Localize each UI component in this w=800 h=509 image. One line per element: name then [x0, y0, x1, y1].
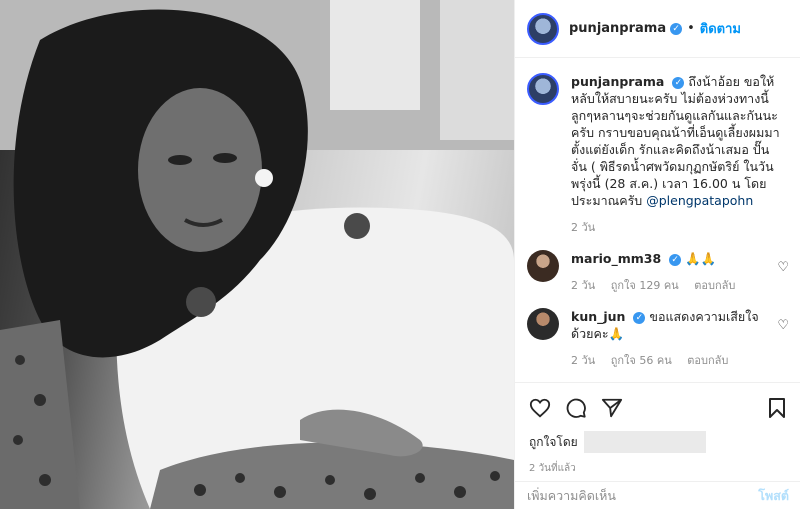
comment-text: 🙏🙏 — [685, 251, 717, 266]
caption-text: ถึงน้าอ้อย ขอให้หลับให้สบายนะครับ ไม่ต้อ… — [571, 74, 780, 208]
post-button[interactable]: โพสต์ — [758, 486, 789, 506]
photo-illustration — [0, 0, 514, 509]
post-photo[interactable] — [0, 0, 514, 509]
verified-icon: ✓ — [670, 22, 683, 35]
post-actions: ถูกใจโดย 2 วันที่แล้ว เพิ่มความคิดเห็น โ… — [515, 382, 800, 509]
comment-time[interactable]: 2 วัน — [571, 354, 595, 367]
caption-avatar[interactable] — [527, 73, 559, 105]
heart-icon[interactable] — [529, 397, 551, 419]
comment-like-icon[interactable]: ♡ — [777, 318, 789, 333]
comment-icon[interactable] — [565, 397, 587, 419]
reply-button[interactable]: ตอบกลับ — [687, 354, 728, 367]
follow-button[interactable]: ติดตาม — [700, 18, 741, 39]
verified-icon: ✓ — [633, 312, 646, 324]
verified-icon: ✓ — [669, 254, 682, 266]
share-icon[interactable] — [601, 397, 623, 419]
caption: punjanprama ✓ ถึงน้าอ้อย ขอให้หลับให้สบา… — [527, 73, 789, 236]
liked-by-redacted — [583, 431, 706, 453]
add-comment-bar: เพิ่มความคิดเห็น โพสต์ — [515, 481, 800, 509]
caption-username[interactable]: punjanprama — [571, 74, 664, 89]
author-avatar[interactable] — [527, 12, 559, 45]
comments-list[interactable]: punjanprama ✓ ถึงน้าอ้อย ขอให้หลับให้สบา… — [515, 59, 800, 381]
post-header: punjanprama ✓ • ติดตาม — [515, 0, 800, 58]
commenter-username[interactable]: mario_mm38 — [571, 251, 661, 266]
comment-likes[interactable]: ถูกใจ 56 คน — [611, 354, 672, 367]
comment-item: mario_mm38 ✓ 🙏🙏 2 วัน ถูกใจ 129 คน ตอบกล… — [527, 250, 789, 294]
commenter-avatar[interactable] — [527, 308, 559, 340]
commenter-avatar[interactable] — [527, 250, 559, 282]
comment-item: kun_jun ✓ ขอแสดงความเสียใจด้วยคะ🙏 2 วัน … — [527, 308, 789, 369]
post-side-panel: punjanprama ✓ • ติดตาม punjanprama ✓ ถึง… — [514, 0, 800, 509]
caption-mention-link[interactable]: @plengpatapohn — [646, 193, 753, 208]
caption-time[interactable]: 2 วัน — [571, 221, 595, 234]
liked-by: ถูกใจโดย — [529, 431, 706, 453]
verified-icon: ✓ — [672, 77, 685, 89]
comment-input[interactable]: เพิ่มความคิดเห็น — [527, 486, 616, 506]
post-time[interactable]: 2 วันที่แล้ว — [529, 461, 576, 476]
header-dot: • — [687, 21, 695, 36]
author-username[interactable]: punjanprama — [569, 21, 666, 36]
bookmark-icon[interactable] — [767, 397, 787, 419]
comment-likes[interactable]: ถูกใจ 129 คน — [611, 279, 679, 292]
liked-by-label: ถูกใจโดย — [529, 434, 578, 449]
commenter-username[interactable]: kun_jun — [571, 309, 625, 324]
comment-time[interactable]: 2 วัน — [571, 279, 595, 292]
comment-like-icon[interactable]: ♡ — [777, 260, 789, 275]
reply-button[interactable]: ตอบกลับ — [694, 279, 735, 292]
